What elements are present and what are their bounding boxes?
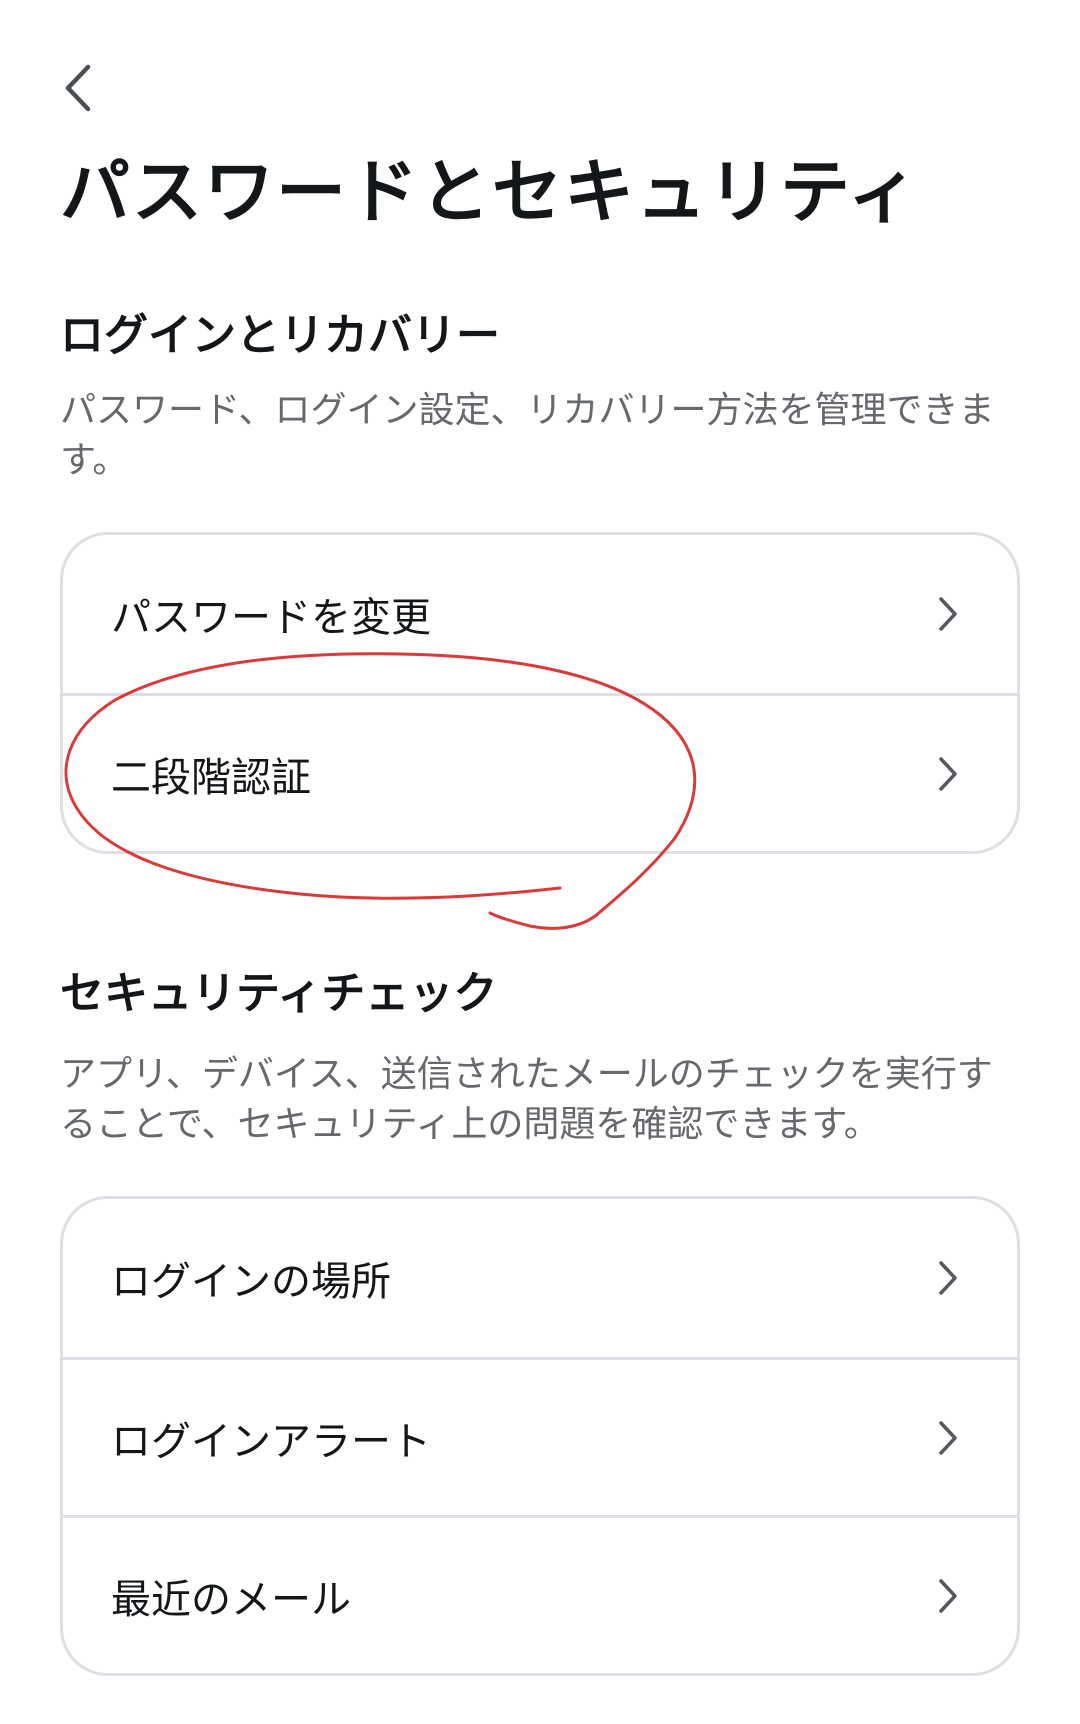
change-password-label: パスワードを変更 (111, 595, 431, 641)
back-button[interactable] (52, 60, 104, 116)
chevron-left-icon (65, 64, 91, 112)
security-check-card: ログインの場所 ログインアラート 最近のメール (60, 1196, 1020, 1676)
chevron-right-icon (937, 1576, 963, 1616)
login-locations-item[interactable]: ログインの場所 (63, 1199, 1017, 1357)
section-description-security-check: アプリ、デバイス、送信されたメールのチェックを実行することで、セキュリティ上の問… (60, 1054, 993, 1145)
section-description-login-recovery: パスワード、ログイン設定、リカバリー方法を管理できます。 (60, 390, 995, 481)
login-alerts-label: ログインアラート (111, 1418, 431, 1465)
chevron-right-icon (937, 754, 963, 794)
recent-emails-item[interactable]: 最近のメール (63, 1515, 1017, 1673)
login-alerts-item[interactable]: ログインアラート (63, 1357, 1017, 1515)
change-password-item[interactable]: パスワードを変更 (63, 535, 1017, 693)
section-heading-login-recovery: ログインとリカバリー (60, 310, 500, 361)
chevron-right-icon (937, 1258, 963, 1298)
chevron-right-icon (937, 1418, 963, 1458)
section-heading-security-check: セキュリティチェック (60, 968, 498, 1019)
login-recovery-card: パスワードを変更 二段階認証 (60, 532, 1020, 854)
two-factor-auth-item[interactable]: 二段階認証 (63, 693, 1017, 851)
page-title: パスワードとセキュリティ (60, 151, 920, 233)
login-locations-label: ログインの場所 (111, 1259, 391, 1305)
recent-emails-label: 最近のメール (111, 1576, 351, 1623)
two-factor-auth-label: 二段階認証 (111, 754, 311, 801)
chevron-right-icon (937, 594, 963, 634)
